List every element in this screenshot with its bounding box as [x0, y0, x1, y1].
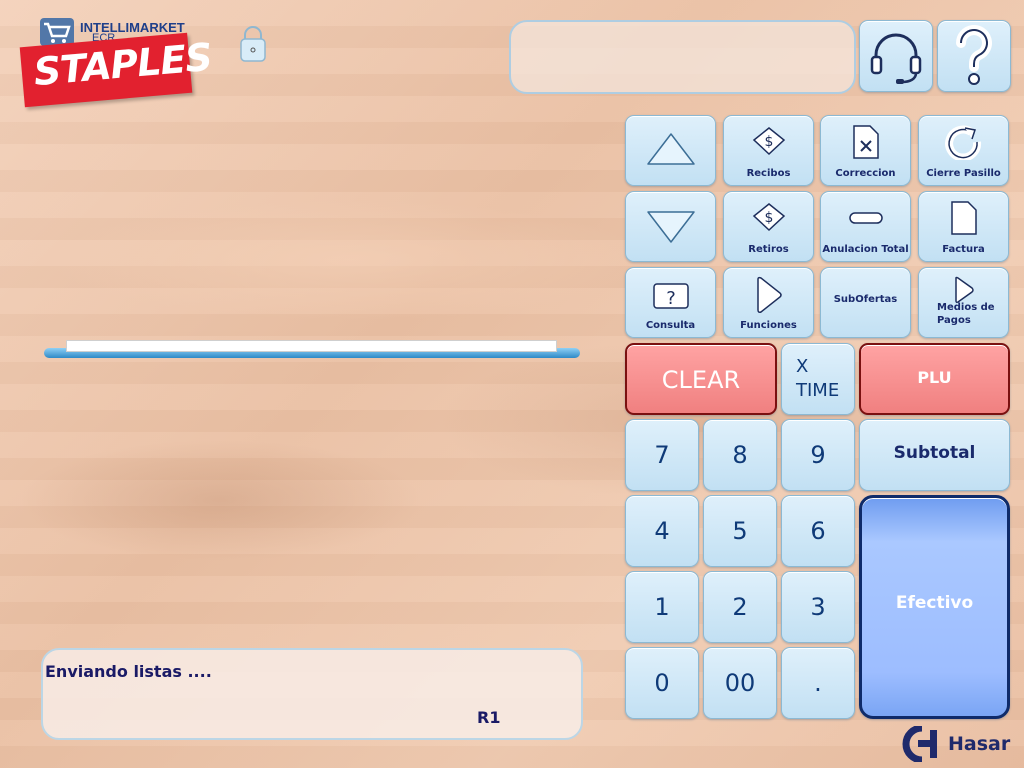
subofertas-button[interactable]: SubOfertas: [820, 267, 911, 338]
clear-button[interactable]: CLEAR: [625, 343, 777, 415]
hasar-h-icon: [902, 726, 937, 762]
play-arrow-icon: [756, 276, 782, 313]
key-5[interactable]: 5: [703, 495, 777, 567]
minus-icon: [848, 212, 883, 224]
money-bag-icon: $: [752, 127, 785, 156]
factura-label: Factura: [942, 244, 985, 255]
status-message: Enviando listas ....: [45, 662, 212, 681]
document-x-icon: [852, 125, 879, 159]
support-button[interactable]: [859, 20, 933, 92]
key-decimal[interactable]: .: [781, 647, 855, 719]
x-time-button[interactable]: X TIME: [781, 343, 855, 415]
svg-text:$: $: [764, 210, 773, 226]
arrow-down-icon: [646, 211, 695, 243]
key-6[interactable]: 6: [781, 495, 855, 567]
subofertas-label: SubOfertas: [833, 294, 898, 305]
hasar-logo: Hasar: [902, 726, 1017, 762]
key-8[interactable]: 8: [703, 419, 777, 491]
lock-icon[interactable]: [240, 26, 266, 62]
recibos-label: Recibos: [746, 168, 791, 179]
svg-text:?: ?: [666, 288, 676, 309]
key-1[interactable]: 1: [625, 571, 699, 643]
play-arrow-icon: [954, 276, 974, 304]
correccion-label: Correccion: [835, 168, 896, 179]
status-message-box: Enviando listas .... R1: [41, 648, 583, 740]
efectivo-button[interactable]: Efectivo: [859, 495, 1010, 719]
anulacion-total-button[interactable]: Anulacion Total: [820, 191, 911, 262]
progress-bar: [42, 340, 582, 360]
key-2[interactable]: 2: [703, 571, 777, 643]
store-name: STAPLES: [32, 34, 214, 95]
x-time-line2: TIME: [796, 380, 840, 401]
correccion-button[interactable]: Correccion: [820, 115, 911, 186]
key-4[interactable]: 4: [625, 495, 699, 567]
register-id: R1: [477, 708, 501, 727]
recibos-button[interactable]: $ Recibos: [723, 115, 814, 186]
medios-de-pagos-label: Medios de Pagos: [937, 302, 995, 326]
consulta-label: Consulta: [645, 320, 696, 331]
headset-icon: [870, 33, 922, 84]
vendor-name: Hasar: [948, 733, 1011, 755]
cierre-pasillo-button[interactable]: Cierre Pasillo: [918, 115, 1009, 186]
funciones-label: Funciones: [740, 320, 797, 331]
money-bag-icon: $: [752, 203, 785, 232]
key-9[interactable]: 9: [781, 419, 855, 491]
key-3[interactable]: 3: [781, 571, 855, 643]
progress-fill: [66, 340, 557, 352]
document-icon: [950, 201, 977, 235]
key-0[interactable]: 0: [625, 647, 699, 719]
funciones-button[interactable]: Funciones: [723, 267, 814, 338]
retiros-button[interactable]: $ Retiros: [723, 191, 814, 262]
medios-de-pagos-button[interactable]: Medios de Pagos: [918, 267, 1009, 338]
scroll-up-button[interactable]: [625, 115, 716, 186]
question-box-icon: ?: [652, 283, 689, 309]
power-refresh-icon: [944, 125, 981, 160]
help-button[interactable]: [937, 20, 1011, 92]
factura-button[interactable]: Factura: [918, 191, 1009, 262]
key-7[interactable]: 7: [625, 419, 699, 491]
shopping-cart-icon: [40, 18, 74, 46]
staples-logo: INTELLIMARKET ECR STAPLES: [19, 16, 213, 108]
consulta-button[interactable]: ? Consulta: [625, 267, 716, 338]
scroll-down-button[interactable]: [625, 191, 716, 262]
arrow-up-icon: [646, 133, 695, 165]
retiros-label: Retiros: [748, 244, 789, 255]
svg-text:$: $: [764, 134, 773, 150]
cierre-pasillo-label: Cierre Pasillo: [926, 168, 1001, 179]
key-00[interactable]: 00: [703, 647, 777, 719]
x-time-line1: X: [796, 356, 809, 377]
customer-display: [509, 20, 856, 94]
subtotal-button[interactable]: Subtotal: [859, 419, 1010, 491]
plu-button[interactable]: PLU: [859, 343, 1010, 415]
anulacion-total-label: Anulacion Total: [822, 244, 909, 255]
question-mark-icon: [956, 25, 992, 85]
